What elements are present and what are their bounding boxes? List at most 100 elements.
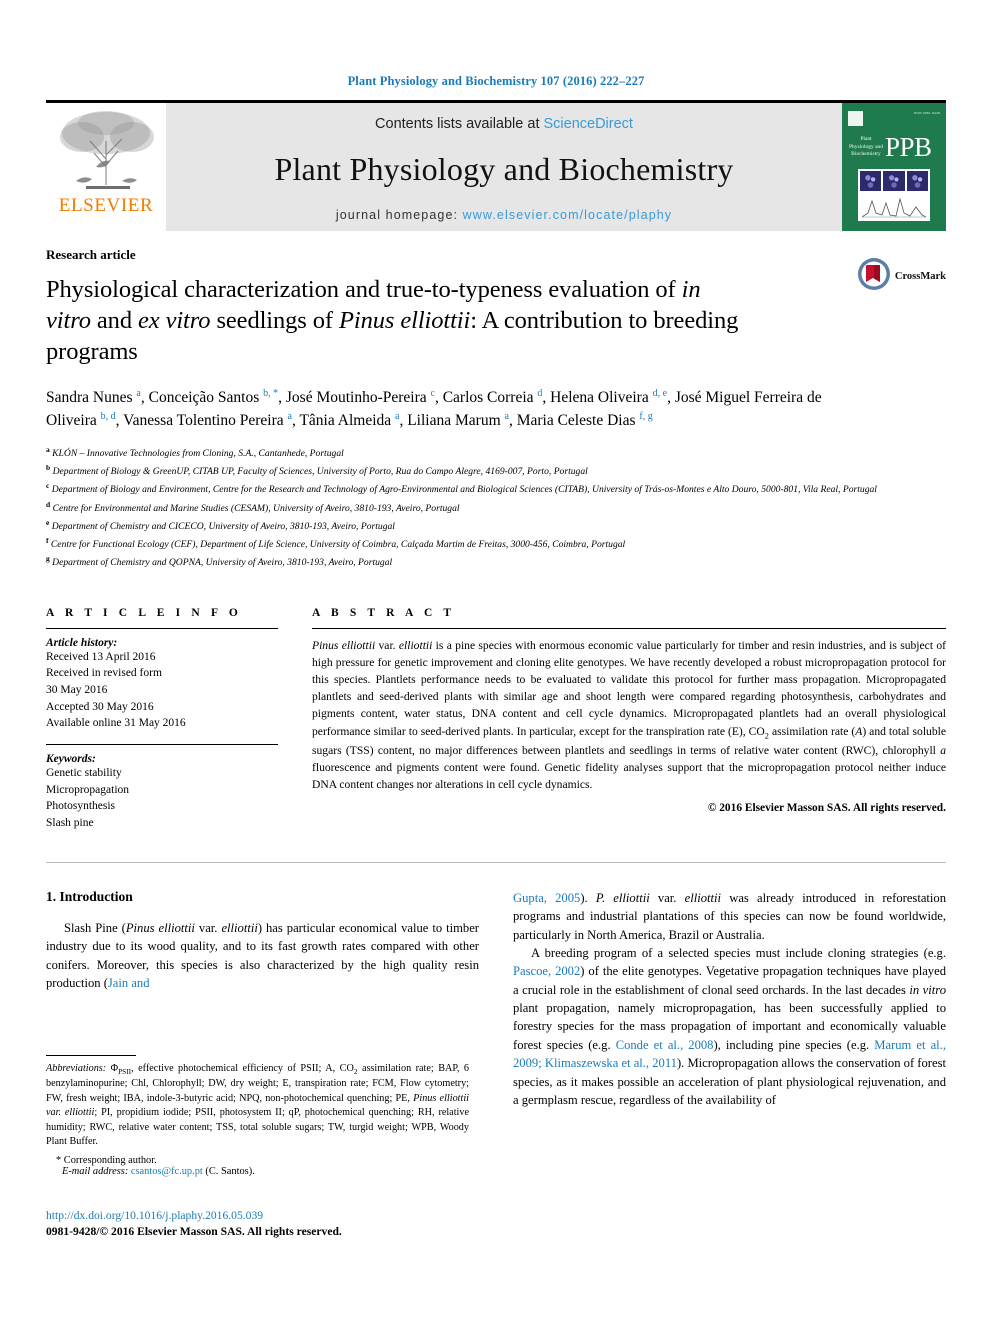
- cover-abbreviation: PPB: [885, 132, 932, 162]
- author-affil-marker[interactable]: b, *: [263, 388, 278, 399]
- author-item: Vanessa Tolentino Pereira a,: [123, 410, 300, 430]
- abbreviations-footnote: Abbreviations: ΦPSII, effective photoche…: [46, 1063, 469, 1148]
- affiliation-text: Department of Chemistry and QOPNA, Unive…: [52, 556, 393, 568]
- affiliation-item: b Department of Biology & GreenUP, CITAB…: [46, 462, 946, 480]
- author-affil-marker[interactable]: a: [395, 411, 399, 422]
- journal-masthead: ELSEVIER Contents lists available at Sci…: [46, 103, 946, 231]
- intro-paragraph-right-1: Gupta, 2005). P. elliottii var. elliotti…: [513, 890, 947, 942]
- abstract-text: Pinus elliottii var. elliottii is a pine…: [312, 638, 946, 792]
- author-name: Sandra Nunes: [46, 388, 133, 406]
- homepage-prefix: journal homepage:: [335, 208, 463, 222]
- author-item: Sandra Nunes a,: [46, 387, 149, 406]
- doi-footer: http://dx.doi.org/10.1016/j.plaphy.2016.…: [46, 1209, 342, 1238]
- masthead-center: Contents lists available at ScienceDirec…: [166, 103, 842, 231]
- affiliation-item: d Centre for Environmental and Marine St…: [46, 499, 946, 517]
- cover-figure-row: [860, 171, 928, 191]
- affiliation-text: Department of Chemistry and CICECO, Univ…: [51, 520, 395, 532]
- article-history-item: 30 May 2016: [46, 684, 108, 697]
- keywords-label: Keywords:: [46, 753, 96, 766]
- corresponding-author-note: * Corresponding author.: [56, 1154, 157, 1166]
- affiliation-text: Centre for Environmental and Marine Stud…: [52, 502, 460, 514]
- affiliation-list: a KLÓN – Innovative Technologies from Cl…: [46, 444, 946, 570]
- article-history-item: Accepted 30 May 2016: [46, 700, 154, 713]
- keyword-item: Photosynthesis: [46, 800, 116, 813]
- title-part-5: seedlings of: [210, 306, 340, 334]
- info-abstract-row: A R T I C L E I N F O Article history: R…: [46, 571, 946, 832]
- article-history-item: Received in revised form: [46, 667, 162, 680]
- issn-copyright-line: 0981-9428/© 2016 Elsevier Masson SAS. Al…: [46, 1225, 342, 1238]
- affiliation-marker: f: [46, 535, 49, 545]
- cover-micrograph-icon: [906, 171, 928, 191]
- title-part-6: Pinus elliottii: [339, 306, 471, 334]
- affiliation-text: Department of Biology & GreenUP, CITAB U…: [52, 466, 588, 478]
- author-item: Tânia Almeida a,: [299, 410, 408, 430]
- cover-publisher-mark-icon: [848, 111, 863, 126]
- article-info-rule: [46, 627, 278, 629]
- author-affil-marker[interactable]: d, e: [653, 388, 667, 399]
- journal-homepage-url[interactable]: www.elsevier.com/locate/plaphy: [463, 208, 672, 222]
- crossmark-badge[interactable]: CrossMark: [857, 257, 946, 296]
- article-info-column: A R T I C L E I N F O Article history: R…: [46, 607, 278, 832]
- author-affil-marker[interactable]: a: [136, 388, 140, 399]
- cover-issn: ISSN 0981-9428: [913, 111, 940, 115]
- author-item: José Moutinho-Pereira c,: [285, 387, 443, 406]
- author-name: Maria Celeste Dias: [516, 412, 636, 430]
- affiliation-item: e Department of Chemistry and CICECO, Un…: [46, 517, 946, 535]
- author-affil-marker[interactable]: a: [505, 411, 509, 422]
- affiliation-text: Centre for Functional Ecology (CEF), Dep…: [50, 538, 626, 550]
- crossmark-badge-icon: [857, 257, 891, 296]
- affiliation-marker: e: [46, 517, 50, 527]
- author-affil-marker[interactable]: f, g: [639, 411, 652, 422]
- email-owner: (C. Santos).: [205, 1165, 255, 1177]
- author-name: Conceição Santos: [148, 388, 260, 406]
- running-head: Plant Physiology and Biochemistry 107 (2…: [347, 74, 645, 88]
- title-part-1: Physiological characterization and true-…: [46, 276, 682, 303]
- cover-micrograph-icon: [860, 171, 882, 191]
- author-item: Helena Oliveira d, e,: [550, 387, 675, 406]
- affiliation-marker: a: [46, 445, 50, 455]
- keyword-item: Genetic stability: [46, 767, 122, 780]
- affiliation-marker: d: [46, 499, 51, 509]
- article-history-item: Received 13 April 2016: [46, 650, 156, 663]
- author-name: Tânia Almeida: [299, 412, 392, 430]
- footnote-block: Abbreviations: ΦPSII, effective photoche…: [46, 1055, 469, 1177]
- affiliation-item: c Department of Biology and Environment,…: [46, 480, 946, 498]
- affiliation-text: KLÓN – Innovative Technologies from Clon…: [52, 448, 344, 460]
- journal-title: Plant Physiology and Biochemistry: [274, 151, 734, 187]
- sciencedirect-link[interactable]: ScienceDirect: [544, 116, 633, 132]
- affiliation-item: f Centre for Functional Ecology (CEF), D…: [46, 535, 946, 553]
- author-list: Sandra Nunes a, Conceição Santos b, *, J…: [46, 386, 876, 433]
- title-part-4: ex vitro: [138, 306, 211, 334]
- affiliation-marker: b: [46, 463, 51, 473]
- cover-spectrum-plot-icon: [860, 193, 928, 219]
- author-name: José Moutinho-Pereira: [285, 388, 427, 406]
- keywords-rule: [46, 744, 278, 746]
- author-affil-marker[interactable]: b, d: [101, 411, 116, 422]
- journal-article-page: Plant Physiology and Biochemistry 107 (2…: [0, 0, 992, 1323]
- crossmark-label: CrossMark: [894, 271, 946, 282]
- abstract-heading: A B S T R A C T: [312, 606, 456, 619]
- author-name: Carlos Correia: [442, 388, 534, 406]
- article-history-item: Available online 31 May 2016: [46, 717, 186, 730]
- article-title: Physiological characterization and true-…: [46, 275, 746, 368]
- elsevier-logo: ELSEVIER: [46, 103, 166, 231]
- author-item: Conceição Santos b, *,: [148, 387, 286, 406]
- body-column-right: Gupta, 2005). P. elliottii var. elliotti…: [513, 889, 946, 1110]
- cover-journal-name: Plant Physiology and Biochemistry: [848, 136, 884, 158]
- corresponding-email-link[interactable]: csantos@fc.up.pt: [131, 1166, 203, 1177]
- affiliation-item: a KLÓN – Innovative Technologies from Cl…: [46, 444, 946, 462]
- intro-paragraph-left: Slash Pine (Pinus elliottii var. elliott…: [46, 920, 479, 990]
- contents-lists-line: Contents lists available at ScienceDirec…: [375, 116, 633, 132]
- doi-link[interactable]: http://dx.doi.org/10.1016/j.plaphy.2016.…: [46, 1209, 342, 1222]
- elsevier-wordmark: ELSEVIER: [58, 195, 154, 216]
- author-affil-marker[interactable]: d: [537, 388, 542, 399]
- email-label: E-mail address:: [62, 1165, 129, 1177]
- author-name: Vanessa Tolentino Pereira: [123, 412, 284, 430]
- author-item: Maria Celeste Dias f, g: [516, 411, 653, 430]
- author-affil-marker[interactable]: c: [431, 388, 435, 399]
- section-title-introduction: 1. Introduction: [46, 888, 133, 904]
- author-affil-marker[interactable]: a: [288, 411, 292, 422]
- article-history-label: Article history:: [46, 636, 118, 649]
- elsevier-tree-icon: [52, 107, 160, 193]
- article-type: Research article: [46, 247, 136, 262]
